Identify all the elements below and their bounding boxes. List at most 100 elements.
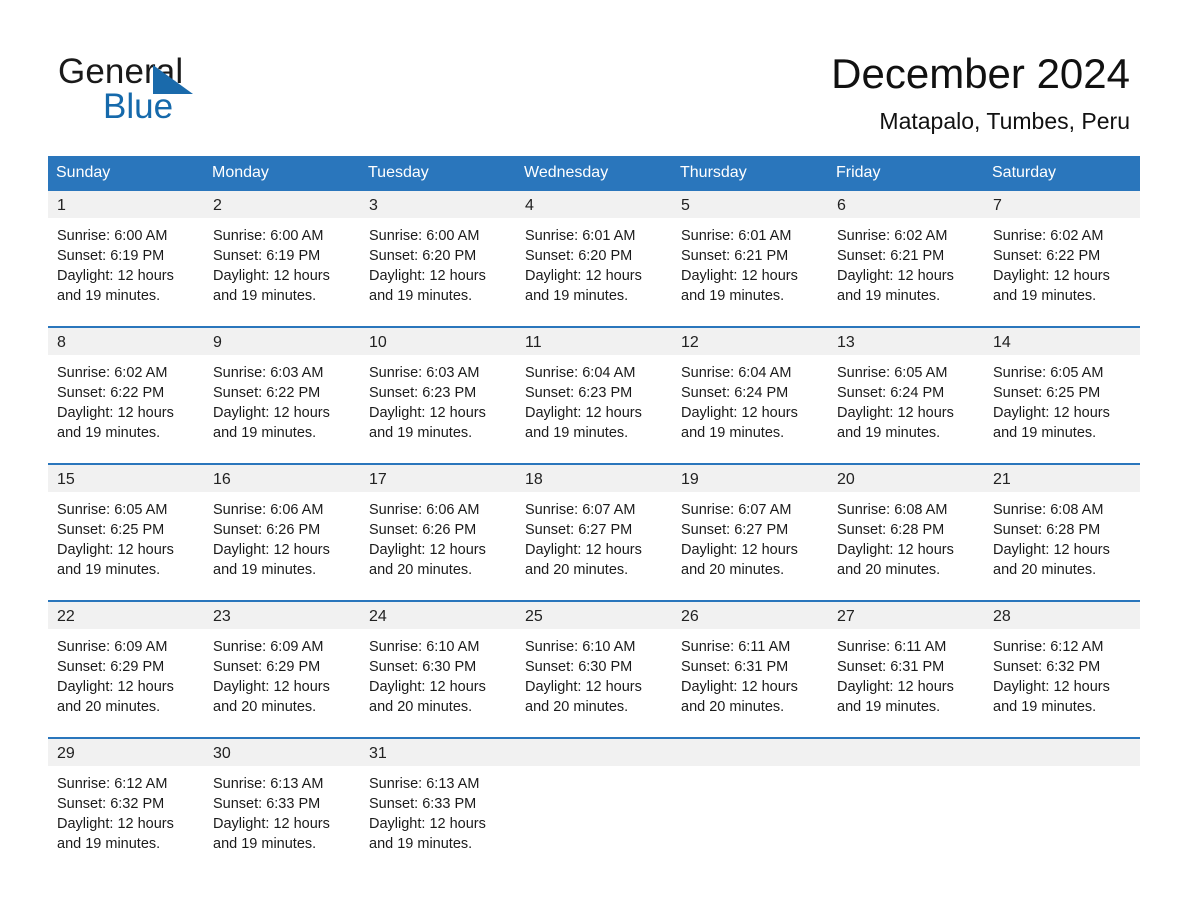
day-number[interactable]: 11 <box>516 328 672 355</box>
day-number[interactable]: 3 <box>360 191 516 218</box>
day-cell: Sunrise: 6:12 AM Sunset: 6:32 PM Dayligh… <box>48 766 204 874</box>
day-number[interactable]: 24 <box>360 602 516 629</box>
sunrise-text: Sunrise: 6:08 AM <box>993 502 1104 518</box>
daylight-text: Daylight: 12 hours and 20 minutes. <box>681 542 798 578</box>
sunset-text: Sunset: 6:23 PM <box>525 385 633 401</box>
day-cell: Sunrise: 6:09 AM Sunset: 6:29 PM Dayligh… <box>204 629 360 737</box>
day-cell: Sunrise: 6:06 AM Sunset: 6:26 PM Dayligh… <box>204 492 360 600</box>
weekday-header-monday: Monday <box>212 164 269 181</box>
sunrise-text: Sunrise: 6:03 AM <box>369 365 480 381</box>
day-number[interactable]: 12 <box>672 328 828 355</box>
day-cell: Sunrise: 6:07 AM Sunset: 6:27 PM Dayligh… <box>672 492 828 600</box>
week-row: 15 16 17 18 19 20 21 Sunrise: 6:05 AM Su… <box>48 463 1140 600</box>
day-number[interactable]: 29 <box>48 739 204 766</box>
sunset-text: Sunset: 6:29 PM <box>213 659 321 675</box>
sunrise-text: Sunrise: 6:06 AM <box>213 502 324 518</box>
sunset-text: Sunset: 6:33 PM <box>213 796 321 812</box>
day-number[interactable]: 10 <box>360 328 516 355</box>
day-cell: Sunrise: 6:07 AM Sunset: 6:27 PM Dayligh… <box>516 492 672 600</box>
sunrise-text: Sunrise: 6:11 AM <box>681 639 791 655</box>
general-blue-logo: General Blue <box>58 52 358 132</box>
day-number[interactable]: 6 <box>828 191 984 218</box>
week-day-details: Sunrise: 6:00 AM Sunset: 6:19 PM Dayligh… <box>48 218 1140 326</box>
sunrise-text: Sunrise: 6:07 AM <box>525 502 636 518</box>
sunset-text: Sunset: 6:31 PM <box>681 659 789 675</box>
daylight-text: Daylight: 12 hours and 19 minutes. <box>57 268 174 304</box>
day-cell: Sunrise: 6:01 AM Sunset: 6:20 PM Dayligh… <box>516 218 672 326</box>
day-cell: Sunrise: 6:08 AM Sunset: 6:28 PM Dayligh… <box>828 492 984 600</box>
weekday-header-sunday: Sunday <box>56 164 111 181</box>
day-cell: Sunrise: 6:05 AM Sunset: 6:24 PM Dayligh… <box>828 355 984 463</box>
calendar-page: General Blue December 2024 Matapalo, Tum… <box>0 0 1188 918</box>
sunset-text: Sunset: 6:21 PM <box>837 248 945 264</box>
sunset-text: Sunset: 6:33 PM <box>369 796 477 812</box>
day-number[interactable]: 4 <box>516 191 672 218</box>
day-number[interactable]: 20 <box>828 465 984 492</box>
day-number[interactable]: 26 <box>672 602 828 629</box>
sunset-text: Sunset: 6:32 PM <box>57 796 165 812</box>
sunset-text: Sunset: 6:21 PM <box>681 248 789 264</box>
week-row: 1 2 3 4 5 6 7 Sunrise: 6:00 AM Sunset: 6… <box>48 189 1140 326</box>
sunrise-text: Sunrise: 6:05 AM <box>57 502 168 518</box>
day-number[interactable]: 22 <box>48 602 204 629</box>
day-cell: Sunrise: 6:10 AM Sunset: 6:30 PM Dayligh… <box>516 629 672 737</box>
day-number[interactable]: 23 <box>204 602 360 629</box>
daylight-text: Daylight: 12 hours and 19 minutes. <box>525 405 642 441</box>
day-number[interactable]: 5 <box>672 191 828 218</box>
weekday-header-row: Sunday Monday Tuesday Wednesday Thursday… <box>48 156 1140 189</box>
sunrise-text: Sunrise: 6:00 AM <box>369 228 480 244</box>
day-number[interactable]: 13 <box>828 328 984 355</box>
sunrise-text: Sunrise: 6:05 AM <box>993 365 1104 381</box>
weekday-header-wednesday: Wednesday <box>524 164 609 181</box>
day-number[interactable]: 27 <box>828 602 984 629</box>
sunset-text: Sunset: 6:20 PM <box>525 248 633 264</box>
day-cell: Sunrise: 6:03 AM Sunset: 6:23 PM Dayligh… <box>360 355 516 463</box>
daylight-text: Daylight: 12 hours and 20 minutes. <box>369 679 486 715</box>
day-number[interactable]: 2 <box>204 191 360 218</box>
day-number[interactable]: 21 <box>984 465 1140 492</box>
sunset-text: Sunset: 6:22 PM <box>57 385 165 401</box>
sunset-text: Sunset: 6:19 PM <box>213 248 321 264</box>
sunset-text: Sunset: 6:27 PM <box>681 522 789 538</box>
day-number[interactable]: 7 <box>984 191 1140 218</box>
day-number[interactable]: 25 <box>516 602 672 629</box>
sunrise-text: Sunrise: 6:02 AM <box>837 228 948 244</box>
day-number[interactable]: 19 <box>672 465 828 492</box>
sunrise-text: Sunrise: 6:05 AM <box>837 365 948 381</box>
day-cell: Sunrise: 6:12 AM Sunset: 6:32 PM Dayligh… <box>984 629 1140 737</box>
sunrise-text: Sunrise: 6:12 AM <box>993 639 1104 655</box>
day-cell: Sunrise: 6:13 AM Sunset: 6:33 PM Dayligh… <box>204 766 360 874</box>
day-number-empty <box>516 739 672 766</box>
week-day-details: Sunrise: 6:09 AM Sunset: 6:29 PM Dayligh… <box>48 629 1140 737</box>
daylight-text: Daylight: 12 hours and 19 minutes. <box>369 268 486 304</box>
location-subtitle: Matapalo, Tumbes, Peru <box>879 108 1130 134</box>
daylight-text: Daylight: 12 hours and 20 minutes. <box>681 679 798 715</box>
daylight-text: Daylight: 12 hours and 19 minutes. <box>993 268 1110 304</box>
day-number[interactable]: 8 <box>48 328 204 355</box>
sunset-text: Sunset: 6:32 PM <box>993 659 1101 675</box>
day-number[interactable]: 15 <box>48 465 204 492</box>
daylight-text: Daylight: 12 hours and 19 minutes. <box>525 268 642 304</box>
weekday-header-thursday: Thursday <box>680 164 747 181</box>
sunset-text: Sunset: 6:28 PM <box>837 522 945 538</box>
day-number[interactable]: 1 <box>48 191 204 218</box>
daylight-text: Daylight: 12 hours and 20 minutes. <box>525 542 642 578</box>
day-cell: Sunrise: 6:00 AM Sunset: 6:20 PM Dayligh… <box>360 218 516 326</box>
daylight-text: Daylight: 12 hours and 19 minutes. <box>681 268 798 304</box>
weekday-header-tuesday: Tuesday <box>368 164 429 181</box>
day-number[interactable]: 16 <box>204 465 360 492</box>
daylight-text: Daylight: 12 hours and 19 minutes. <box>213 816 330 852</box>
day-number[interactable]: 30 <box>204 739 360 766</box>
sunset-text: Sunset: 6:24 PM <box>681 385 789 401</box>
day-number[interactable]: 18 <box>516 465 672 492</box>
daylight-text: Daylight: 12 hours and 20 minutes. <box>837 542 954 578</box>
sunset-text: Sunset: 6:25 PM <box>57 522 165 538</box>
day-number[interactable]: 14 <box>984 328 1140 355</box>
sunrise-text: Sunrise: 6:13 AM <box>213 776 324 792</box>
day-number[interactable]: 28 <box>984 602 1140 629</box>
day-number[interactable]: 9 <box>204 328 360 355</box>
week-day-details: Sunrise: 6:05 AM Sunset: 6:25 PM Dayligh… <box>48 492 1140 600</box>
day-number[interactable]: 17 <box>360 465 516 492</box>
daylight-text: Daylight: 12 hours and 20 minutes. <box>993 542 1110 578</box>
day-number[interactable]: 31 <box>360 739 516 766</box>
